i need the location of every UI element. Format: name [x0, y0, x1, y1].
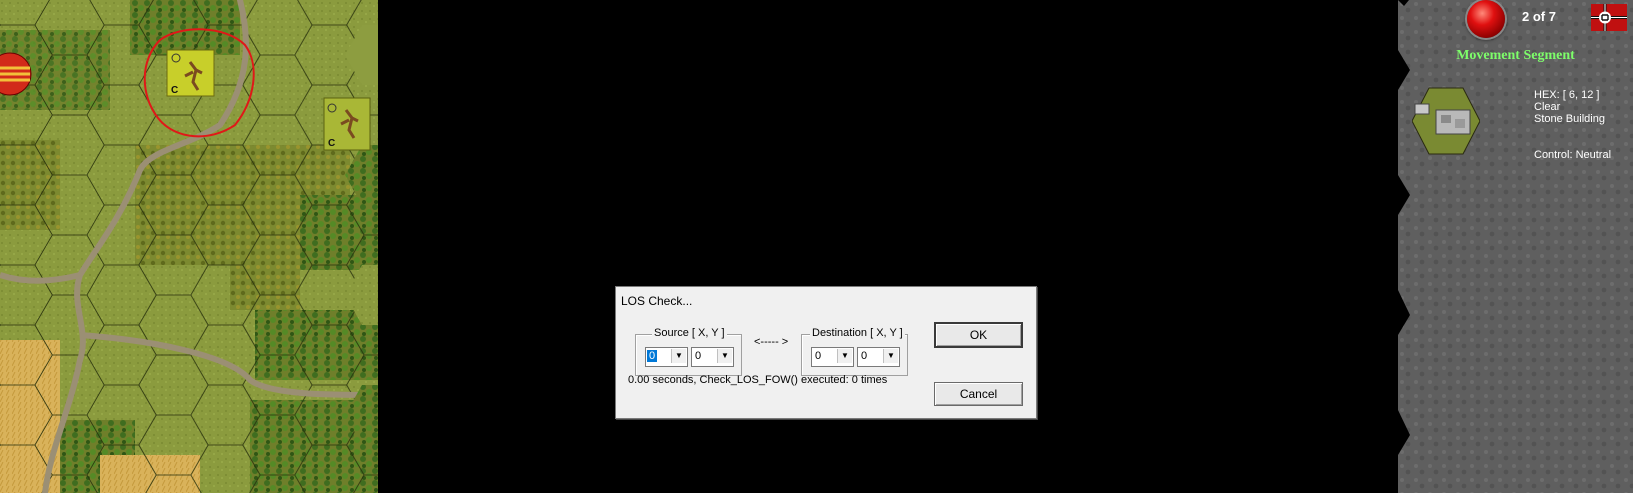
destination-group: Destination [ X, Y ] 0 ▼ 0 ▼ [801, 327, 908, 376]
end-turn-button[interactable] [1467, 0, 1505, 38]
panel-background [1398, 0, 1633, 493]
source-x-value: 0 [647, 350, 658, 362]
direction-arrow: <----- > [754, 336, 789, 348]
hex-coordinate: HEX: [ 6, 12 ] [1534, 89, 1600, 101]
source-y-value: 0 [695, 350, 702, 362]
unit-label: C [171, 85, 178, 96]
hex-map[interactable]: C C [0, 0, 1633, 493]
terrain-hex-icon [1412, 87, 1480, 155]
source-x-select[interactable]: 0 ▼ [645, 347, 688, 367]
hex-control: Control: Neutral [1534, 149, 1612, 161]
chevron-down-icon[interactable]: ▼ [837, 349, 852, 363]
dest-y-value: 0 [861, 350, 868, 362]
phase-label: Movement Segment [1456, 48, 1575, 63]
unit-counter[interactable]: C [323, 97, 371, 151]
dest-y-select[interactable]: 0 ▼ [857, 347, 900, 367]
turn-counter: 2 of 7 [1522, 9, 1556, 24]
source-label: Source [ X, Y ] [652, 327, 727, 339]
source-y-select[interactable]: 0 ▼ [691, 347, 734, 367]
hex-terrain: Clear [1534, 101, 1561, 113]
los-status-text: 0.00 seconds, Check_LOS_FOW() executed: … [628, 374, 888, 386]
cancel-button[interactable]: Cancel [934, 382, 1023, 406]
chevron-down-icon[interactable]: ▼ [671, 349, 686, 363]
dest-x-select[interactable]: 0 ▼ [811, 347, 854, 367]
destination-label: Destination [ X, Y ] [810, 327, 905, 339]
dialog-title: LOS Check... [621, 294, 693, 308]
german-flag-icon[interactable] [1591, 4, 1627, 31]
dest-x-value: 0 [815, 350, 822, 362]
los-check-dialog: LOS Check... Source [ X, Y ] 0 ▼ 0 ▼ <--… [615, 286, 1037, 419]
hex-building: Stone Building [1534, 113, 1605, 125]
ok-button[interactable]: OK [934, 322, 1023, 348]
chevron-down-icon[interactable]: ▼ [883, 349, 898, 363]
chevron-down-icon[interactable]: ▼ [717, 349, 732, 363]
unit-label: C [328, 138, 335, 149]
source-group: Source [ X, Y ] 0 ▼ 0 ▼ [635, 327, 742, 376]
info-panel: 2 of 7 Movement Segment HEX: [ 6, 12 ] C… [1398, 0, 1633, 493]
unit-counter[interactable]: C [166, 49, 215, 97]
